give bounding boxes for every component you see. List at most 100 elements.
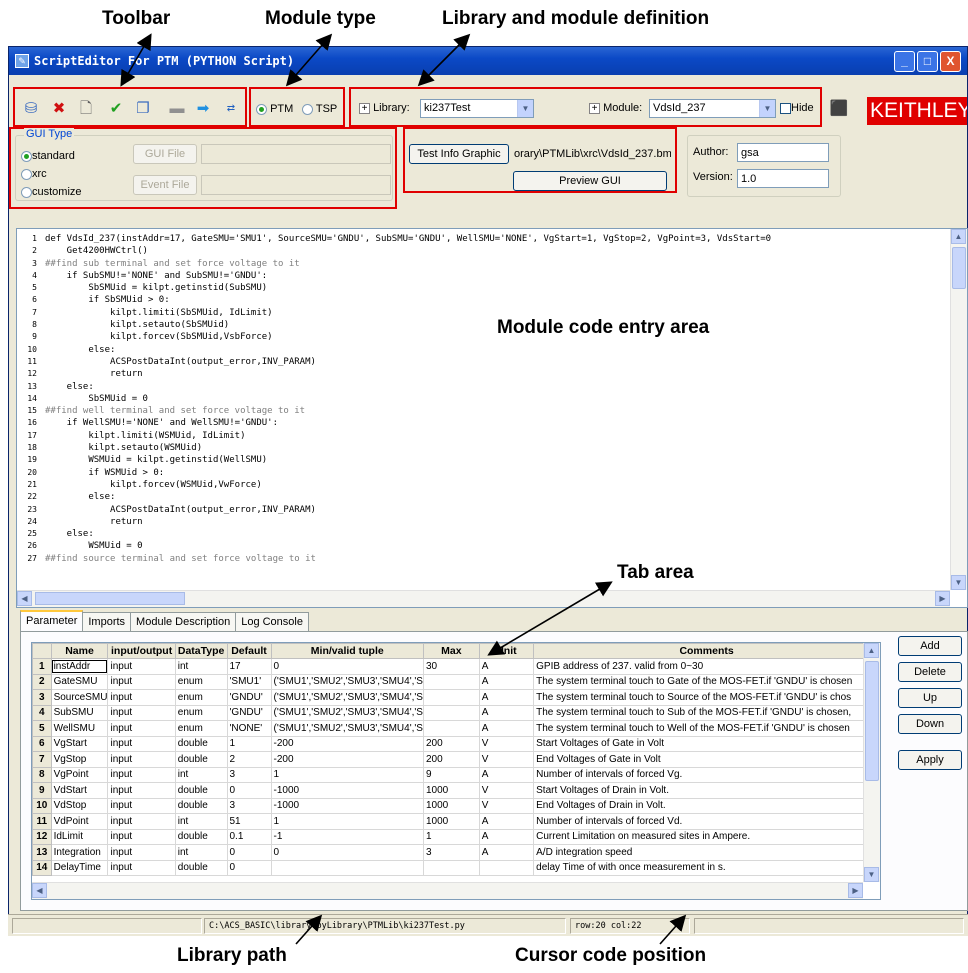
- table-cell[interactable]: 1000: [422, 797, 480, 814]
- table-cell[interactable]: input: [107, 766, 176, 783]
- table-cell[interactable]: A: [478, 704, 535, 721]
- table-cell[interactable]: ('SMU1','SMU2','SMU3','SMU4','S: [270, 704, 424, 721]
- table-cell[interactable]: 1: [270, 813, 424, 830]
- down-button[interactable]: Down: [898, 714, 962, 734]
- scroll-up-icon[interactable]: ▲: [864, 643, 879, 658]
- gui-customize-option[interactable]: customize: [21, 186, 82, 198]
- table-row[interactable]: 13 Integration input int 0 0 3 A A/D integration…: [32, 844, 880, 861]
- table-cell[interactable]: int: [174, 813, 228, 830]
- tab-log-console[interactable]: Log Console: [235, 612, 309, 632]
- table-cell[interactable]: VgStart: [50, 735, 109, 752]
- code-line[interactable]: 10 else:: [17, 344, 949, 356]
- table-cell[interactable]: 200: [422, 751, 480, 768]
- code-line[interactable]: 27 ##find source terminal and set force v…: [17, 553, 949, 565]
- column-header[interactable]: Comments: [533, 643, 880, 659]
- apply-button[interactable]: Apply: [898, 750, 962, 770]
- table-cell[interactable]: V: [478, 782, 535, 799]
- code-line[interactable]: 25 else:: [17, 528, 949, 540]
- code-line[interactable]: 11 ACSPostDataInt(output_error,INV_PARAM…: [17, 356, 949, 368]
- table-cell[interactable]: [478, 859, 535, 876]
- add-button[interactable]: Add: [898, 636, 962, 656]
- table-cell[interactable]: int: [174, 766, 228, 783]
- tab-module-description[interactable]: Module Description: [130, 612, 237, 632]
- table-cell[interactable]: input: [107, 859, 176, 876]
- table-cell[interactable]: 17: [226, 658, 272, 675]
- table-cell[interactable]: A/D integration speed: [533, 844, 880, 861]
- table-cell[interactable]: ('SMU1','SMU2','SMU3','SMU4','S: [270, 720, 424, 737]
- chevron-down-icon[interactable]: ▼: [759, 100, 775, 117]
- run-arrow-icon[interactable]: ➡: [193, 99, 213, 119]
- table-cell[interactable]: The system terminal touch to Source of t…: [533, 689, 880, 706]
- table-cell[interactable]: double: [174, 859, 228, 876]
- table-cell[interactable]: V: [478, 797, 535, 814]
- table-cell[interactable]: 1000: [422, 813, 480, 830]
- scroll-thumb[interactable]: [952, 247, 966, 289]
- module-type-ptm[interactable]: PTM: [256, 103, 293, 115]
- parameter-grid[interactable]: Name input/output DataType Default Min/valid…: [31, 642, 881, 900]
- scroll-left-icon[interactable]: ◀: [17, 591, 32, 606]
- code-line[interactable]: 15 ##find well terminal and set force vol…: [17, 405, 949, 417]
- event-file-button[interactable]: Event File: [133, 175, 197, 195]
- table-cell[interactable]: delay Time of with once measurement in s…: [533, 859, 880, 876]
- scroll-right-icon[interactable]: ▶: [935, 591, 950, 606]
- author-field[interactable]: gsa: [737, 143, 829, 162]
- table-cell[interactable]: 3: [226, 797, 272, 814]
- table-cell[interactable]: 'GNDU': [226, 704, 272, 721]
- table-cell[interactable]: 'GNDU': [226, 689, 272, 706]
- table-cell[interactable]: VdStop: [50, 797, 109, 814]
- table-cell[interactable]: A: [478, 766, 535, 783]
- scroll-down-icon[interactable]: ▼: [864, 867, 879, 882]
- table-cell[interactable]: 0: [270, 844, 424, 861]
- column-header[interactable]: input/output: [107, 643, 176, 659]
- table-cell[interactable]: A: [478, 673, 535, 690]
- scroll-thumb[interactable]: [865, 661, 879, 781]
- table-cell[interactable]: [422, 689, 480, 706]
- code-line[interactable]: 24 return: [17, 516, 949, 528]
- column-header[interactable]: Unit: [478, 643, 535, 659]
- code-line[interactable]: 9 kilpt.forcev(SbSMUid,VsbForce): [17, 331, 949, 343]
- up-button[interactable]: Up: [898, 688, 962, 708]
- table-cell[interactable]: Number of intervals of forced Vg.: [533, 766, 880, 783]
- scroll-thumb[interactable]: [35, 592, 185, 605]
- table-cell[interactable]: -200: [270, 751, 424, 768]
- table-row[interactable]: 12 IdLimit input double 0.1 -1 1 A Current Limit…: [32, 828, 880, 845]
- table-cell[interactable]: A: [478, 828, 535, 845]
- table-cell[interactable]: double: [174, 751, 228, 768]
- table-cell[interactable]: [270, 859, 424, 876]
- table-cell[interactable]: input: [107, 751, 176, 768]
- code-line[interactable]: 3 ##find sub terminal and set force volta…: [17, 258, 949, 270]
- module-add-icon[interactable]: +: [589, 102, 600, 114]
- table-cell[interactable]: input: [107, 828, 176, 845]
- preview-gui-button[interactable]: Preview GUI: [513, 171, 667, 191]
- table-row[interactable]: 10 VdStop input double 3 -1000 1000 V End Voltag…: [32, 797, 880, 814]
- check-icon[interactable]: ✔: [106, 99, 126, 119]
- table-cell[interactable]: The system terminal touch to Well of the…: [533, 720, 880, 737]
- table-row[interactable]: 2 GateSMU input enum 'SMU1' ('SMU1','SMU2','S…: [32, 673, 880, 690]
- table-cell[interactable]: input: [107, 704, 176, 721]
- ptm-radio[interactable]: [256, 103, 267, 115]
- new-file-icon[interactable]: 🗋: [76, 99, 96, 119]
- table-row[interactable]: 1 instAddr input int 17 0 30 A GPIB address of 2…: [32, 658, 880, 675]
- table-cell[interactable]: 0.1: [226, 828, 272, 845]
- table-cell[interactable]: int: [174, 844, 228, 861]
- table-cell[interactable]: VdPoint: [50, 813, 109, 830]
- table-cell[interactable]: double: [174, 828, 228, 845]
- code-line[interactable]: 7 kilpt.limiti(SbSMUid, IdLimit): [17, 307, 949, 319]
- table-cell[interactable]: 1: [422, 828, 480, 845]
- table-cell[interactable]: Integration: [50, 844, 109, 861]
- code-line[interactable]: 22 else:: [17, 491, 949, 503]
- scroll-left-icon[interactable]: ◀: [32, 883, 47, 898]
- table-cell[interactable]: The system terminal touch to Sub of the …: [533, 704, 880, 721]
- table-row[interactable]: 4 SubSMU input enum 'GNDU' ('SMU1','SMU2','SM…: [32, 704, 880, 721]
- table-cell[interactable]: 30: [422, 658, 480, 675]
- table-cell[interactable]: V: [478, 735, 535, 752]
- gui-file-field[interactable]: [201, 144, 391, 164]
- gui-xrc-option[interactable]: xrc: [21, 168, 47, 180]
- table-cell[interactable]: VdStart: [50, 782, 109, 799]
- table-cell[interactable]: enum: [174, 673, 228, 690]
- table-cell[interactable]: input: [107, 813, 176, 830]
- table-cell[interactable]: Number of intervals of forced Vd.: [533, 813, 880, 830]
- code-line[interactable]: 2 Get4200HWCtrl(): [17, 245, 949, 257]
- table-cell[interactable]: 3: [422, 844, 480, 861]
- grid-vertical-scrollbar[interactable]: ▲ ▼: [863, 643, 880, 882]
